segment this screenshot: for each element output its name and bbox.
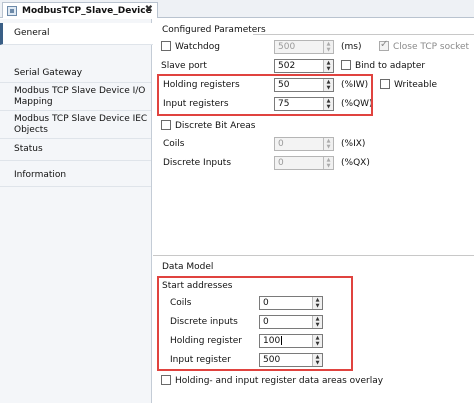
close-tcp-checkbox[interactable] bbox=[379, 39, 389, 51]
section-divider bbox=[153, 255, 474, 256]
document-tab-title: ModbusTCP_Slave_Device bbox=[22, 5, 152, 16]
coils-field[interactable]: 0 ▲ ▼ bbox=[274, 137, 334, 151]
slave-port-label: Slave port bbox=[161, 61, 207, 71]
discrete-bit-areas-label: Discrete Bit Areas bbox=[175, 121, 256, 131]
writeable-checkbox[interactable] bbox=[380, 79, 390, 89]
nav-item-information[interactable]: Information bbox=[0, 165, 151, 187]
configured-parameters-title: Configured Parameters bbox=[162, 25, 266, 35]
watchdog-label: Watchdog bbox=[175, 42, 220, 52]
left-nav: General Serial Gateway Modbus TCP Slave … bbox=[0, 19, 153, 403]
writeable-label: Writeable bbox=[394, 80, 438, 90]
discrete-bit-areas-checkbox[interactable] bbox=[161, 120, 171, 130]
highlight-box-start-addresses bbox=[157, 276, 353, 371]
discrete-inputs-field[interactable]: 0 ▲ ▼ bbox=[274, 156, 334, 170]
document-tab[interactable]: ModbusTCP_Slave_Device ✖ bbox=[2, 2, 158, 18]
discrete-inputs-value: 0 bbox=[278, 158, 284, 168]
coils-spin-buttons[interactable]: ▲ ▼ bbox=[323, 138, 333, 150]
slave-port-field[interactable]: 502 ▲ ▼ bbox=[274, 59, 334, 73]
discrete-inputs-spin-buttons[interactable]: ▲ ▼ bbox=[323, 157, 333, 169]
bind-adapter-label: Bind to adapter bbox=[355, 61, 426, 71]
watchdog-spin-buttons[interactable]: ▲ ▼ bbox=[323, 41, 333, 53]
nav-item-general[interactable]: General bbox=[0, 23, 153, 45]
nav-item-iec-objects[interactable]: Modbus TCP Slave Device IEC Objects bbox=[0, 111, 151, 139]
nav-item-serial-gateway[interactable]: Serial Gateway bbox=[0, 65, 151, 83]
watchdog-value: 500 bbox=[278, 42, 296, 52]
watchdog-checkbox[interactable] bbox=[161, 41, 171, 51]
overlay-label: Holding- and input register data areas o… bbox=[175, 376, 384, 386]
coils-value: 0 bbox=[278, 139, 284, 149]
bind-adapter-checkbox[interactable] bbox=[341, 60, 351, 70]
discrete-inputs-label: Discrete Inputs bbox=[163, 158, 232, 168]
discrete-inputs-unit: (%QX) bbox=[341, 158, 370, 168]
slave-port-spin-buttons[interactable]: ▲ ▼ bbox=[323, 60, 333, 72]
slave-port-value: 502 bbox=[278, 61, 296, 71]
close-tcp-label: Close TCP socket bbox=[393, 42, 470, 52]
section-divider bbox=[253, 34, 474, 35]
device-icon bbox=[7, 5, 17, 16]
nav-item-status[interactable]: Status bbox=[0, 139, 151, 161]
overlay-checkbox[interactable] bbox=[161, 375, 171, 385]
coils-label: Coils bbox=[163, 139, 185, 149]
watchdog-unit: (ms) bbox=[341, 42, 362, 52]
highlight-box-registers bbox=[157, 74, 373, 116]
document-tab-bar: ModbusTCP_Slave_Device ✖ bbox=[0, 0, 474, 18]
watchdog-field[interactable]: 500 ▲ ▼ bbox=[274, 40, 334, 54]
data-model-title: Data Model bbox=[162, 262, 214, 272]
content-panel: Configured Parameters Watchdog 500 ▲ ▼ (m… bbox=[153, 19, 474, 403]
close-icon[interactable]: ✖ bbox=[145, 4, 153, 15]
coils-unit: (%IX) bbox=[341, 139, 366, 149]
nav-item-io-mapping[interactable]: Modbus TCP Slave Device I/O Mapping bbox=[0, 83, 151, 111]
